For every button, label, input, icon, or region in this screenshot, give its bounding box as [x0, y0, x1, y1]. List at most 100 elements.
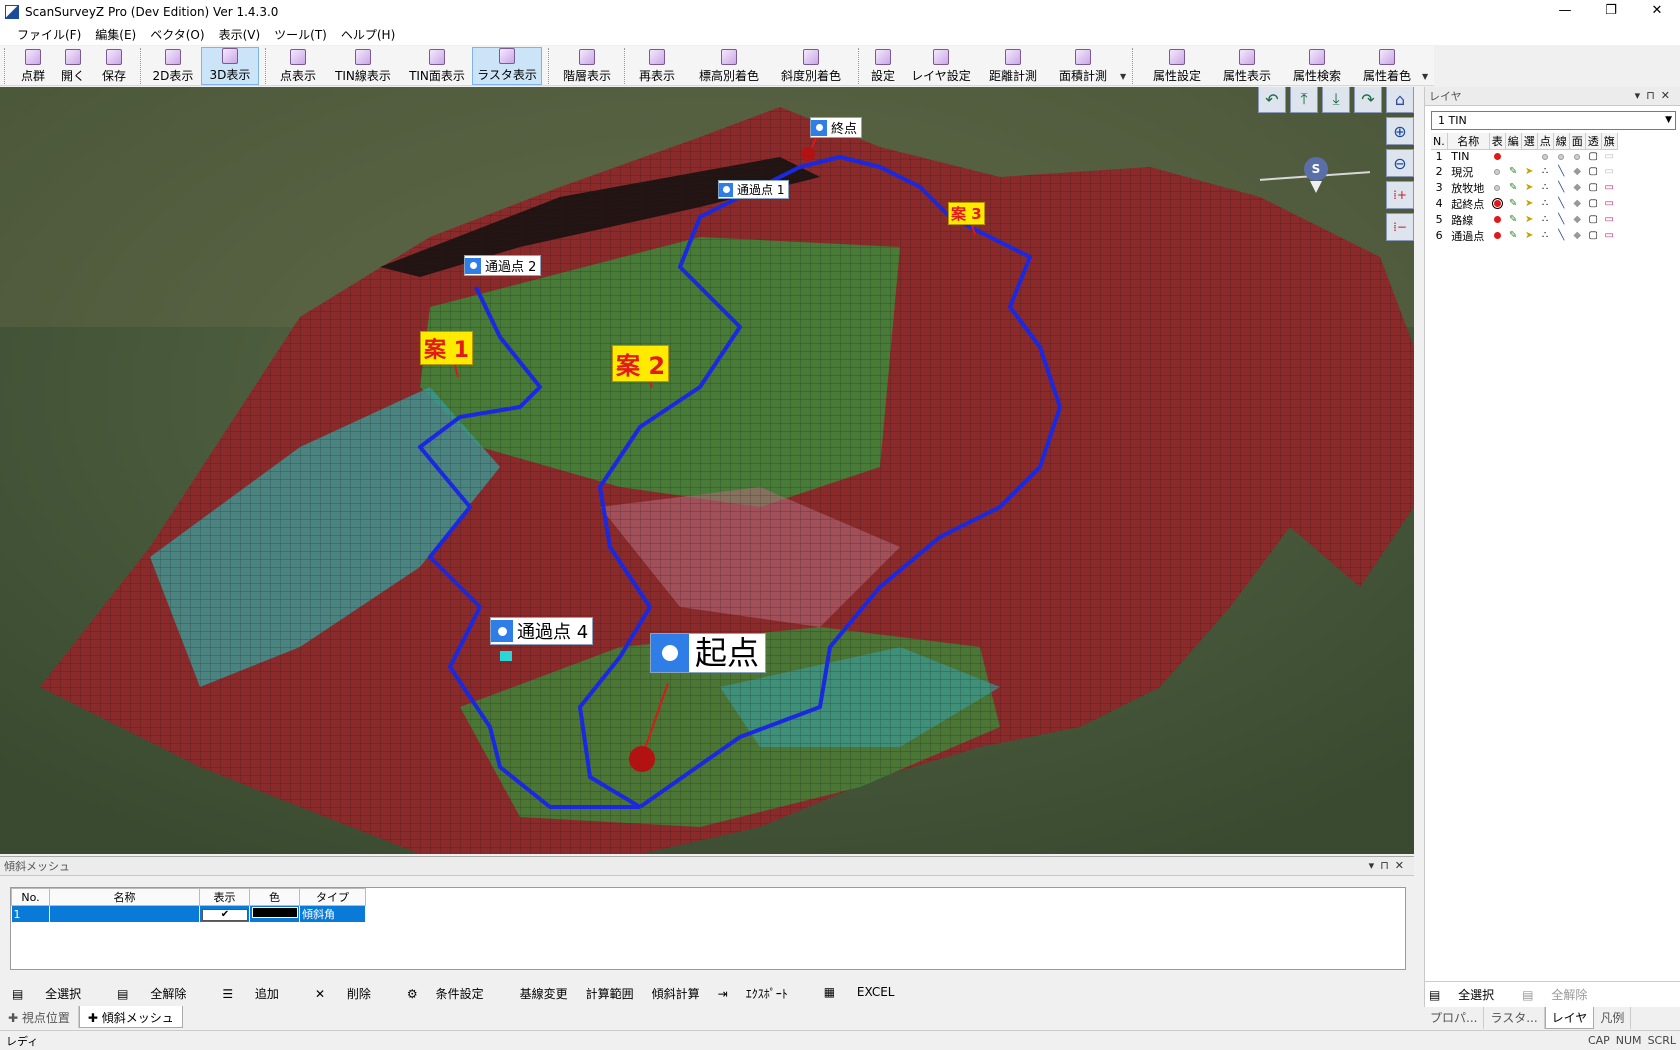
edit-icon[interactable]: ✎: [1505, 228, 1521, 244]
layer-deselect-all-button[interactable]: ▤ 全解除: [1522, 986, 1601, 1003]
face-icon[interactable]: ◆: [1569, 164, 1585, 180]
close-button[interactable]: ✕: [1634, 0, 1680, 24]
face-icon[interactable]: ◆: [1569, 228, 1585, 244]
tin-face-button[interactable]: TIN面表示: [404, 47, 470, 85]
mesh-calculate-button[interactable]: 傾斜計算: [652, 985, 700, 1002]
mesh-delete-button[interactable]: ✕ 削除: [315, 985, 389, 1002]
select-icon[interactable]: ➤: [1521, 180, 1537, 196]
layer-select-all-button[interactable]: ▤ 全選択: [1429, 986, 1508, 1003]
visible-icon[interactable]: [1494, 185, 1501, 191]
attribute-view-button[interactable]: 属性表示: [1216, 47, 1278, 85]
visible-icon[interactable]: [1494, 169, 1501, 175]
panel-window-buttons[interactable]: ▾⊓✕: [1635, 89, 1676, 102]
face-icon[interactable]: [1574, 154, 1581, 161]
plan-1-label[interactable]: 案 1: [420, 331, 473, 365]
flag-icon[interactable]: ▭: [1601, 150, 1617, 164]
point-icon[interactable]: ∴: [1537, 228, 1553, 244]
layer-row[interactable]: 4 起終点 ✎ ➤ ∴ ╲ ◆ ▢ ▭: [1431, 196, 1617, 212]
mesh-deselect-all-button[interactable]: ▤ 全解除: [117, 985, 204, 1002]
compass-widget[interactable]: S: [1260, 157, 1370, 197]
flag-icon[interactable]: ▭: [1601, 228, 1617, 244]
waypoint-2-label[interactable]: 通過点 2: [464, 255, 542, 276]
layer-row[interactable]: 1 TIN ▢ ▭: [1431, 150, 1617, 164]
open-button[interactable]: 開く: [55, 47, 91, 85]
waypoint-1-label[interactable]: 通過点 1: [718, 180, 790, 199]
transparent-icon[interactable]: ▢: [1585, 196, 1601, 212]
layer-row[interactable]: 3 放牧地 ✎ ➤ ∴ ╲ ◆ ▢ ▭: [1431, 180, 1617, 196]
redraw-button[interactable]: 再表示: [632, 47, 682, 85]
tab-slope-mesh[interactable]: ✚ 傾斜メッシュ: [78, 1006, 183, 1028]
menu-view[interactable]: 表示(V): [212, 26, 268, 43]
visible-icon[interactable]: [1493, 232, 1501, 239]
toolbar-overflow-icon[interactable]: ▼: [1120, 72, 1126, 81]
tilt-up-icon[interactable]: ⤒: [1290, 87, 1318, 113]
select-icon[interactable]: ➤: [1521, 228, 1537, 244]
transparent-icon[interactable]: ▢: [1585, 228, 1601, 244]
layer-row[interactable]: 5 路線 ✎ ➤ ∴ ╲ ◆ ▢ ▭: [1431, 212, 1617, 228]
scale-down-icon[interactable]: ⁞−: [1386, 213, 1414, 241]
mesh-range-button[interactable]: 計算範囲: [586, 985, 634, 1002]
visible-icon[interactable]: [1491, 198, 1503, 209]
flag-icon[interactable]: ▭: [1601, 212, 1617, 228]
point-cloud-button[interactable]: 点群: [14, 47, 52, 85]
3d-viewport[interactable]: 終点 通過点 1 通過点 2 通過点 4 起点 案 1 案 2 案 3 S ↶ …: [0, 87, 1414, 854]
menu-file[interactable]: ファイル(F): [10, 26, 88, 43]
tin-line-button[interactable]: TIN線表示: [330, 47, 396, 85]
layer-select[interactable]: 1 TIN ▼: [1431, 111, 1676, 130]
mesh-type[interactable]: 傾斜角: [299, 905, 366, 922]
mesh-color-swatch[interactable]: [252, 907, 298, 918]
panel-window-buttons[interactable]: ▾⊓✕: [1369, 859, 1410, 872]
view-2d-button[interactable]: 2D表示: [148, 47, 198, 85]
attribute-settings-button[interactable]: 属性設定: [1146, 47, 1208, 85]
raster-view-button[interactable]: ラスタ表示: [472, 47, 542, 85]
select-icon[interactable]: ➤: [1521, 196, 1537, 212]
menu-edit[interactable]: 編集(E): [88, 26, 143, 43]
start-point-label[interactable]: 起点: [650, 633, 767, 673]
layer-row[interactable]: 6 通過点 ✎ ➤ ∴ ╲ ◆ ▢ ▭: [1431, 228, 1617, 244]
line-icon[interactable]: ╲: [1553, 164, 1569, 180]
line-icon[interactable]: [1558, 154, 1565, 161]
end-point-label[interactable]: 終点: [810, 117, 863, 138]
point-view-button[interactable]: 点表示: [272, 47, 324, 85]
mesh-add-button[interactable]: ☰ 追加: [222, 985, 297, 1002]
point-icon[interactable]: ∴: [1537, 212, 1553, 228]
menu-vector[interactable]: ベクタ(O): [143, 26, 211, 43]
tab-properties[interactable]: プロパ...: [1424, 1007, 1485, 1029]
mesh-excel-button[interactable]: ▦ EXCEL: [824, 985, 913, 1002]
face-icon[interactable]: ◆: [1569, 212, 1585, 228]
point-icon[interactable]: [1542, 154, 1549, 161]
layer-view-button[interactable]: 階層表示: [556, 47, 618, 85]
menu-tools[interactable]: ツール(T): [267, 26, 334, 43]
view-3d-button[interactable]: 3D表示: [201, 47, 259, 85]
mesh-name[interactable]: [49, 905, 200, 922]
menu-help[interactable]: ヘルプ(H): [334, 26, 402, 43]
flag-icon[interactable]: ▭: [1601, 196, 1617, 212]
line-icon[interactable]: ╲: [1553, 228, 1569, 244]
home-view-icon[interactable]: ⌂: [1386, 87, 1414, 113]
line-icon[interactable]: ╲: [1553, 196, 1569, 212]
transparent-icon[interactable]: ▢: [1585, 180, 1601, 196]
elevation-color-button[interactable]: 標高別着色: [690, 47, 768, 85]
transparent-icon[interactable]: ▢: [1585, 212, 1601, 228]
flag-icon[interactable]: ▭: [1601, 164, 1617, 180]
attribute-color-button[interactable]: 属性着色: [1356, 47, 1418, 85]
face-icon[interactable]: ◆: [1569, 196, 1585, 212]
area-measure-button[interactable]: 面積計測: [1052, 47, 1114, 85]
zoom-in-icon[interactable]: ⊕: [1386, 117, 1414, 145]
line-icon[interactable]: ╲: [1553, 180, 1569, 196]
tilt-down-icon[interactable]: ⤓: [1322, 87, 1350, 113]
plan-3-label[interactable]: 案 3: [948, 202, 985, 225]
face-icon[interactable]: ◆: [1569, 180, 1585, 196]
mesh-select-all-button[interactable]: ▤ 全選択: [12, 985, 99, 1002]
settings-button[interactable]: 設定: [866, 47, 900, 85]
tab-raster[interactable]: ラスタ...: [1484, 1007, 1545, 1029]
rotate-right-icon[interactable]: ↷: [1354, 87, 1382, 113]
select-icon[interactable]: ➤: [1521, 212, 1537, 228]
table-row[interactable]: 1 ✔ 傾斜角: [11, 905, 366, 922]
mesh-export-button[interactable]: ⇥ ｴｸｽﾎﾟｰﾄ: [718, 985, 806, 1002]
layer-row[interactable]: 2 現況 ✎ ➤ ∴ ╲ ◆ ▢ ▭: [1431, 164, 1617, 180]
tab-layer[interactable]: レイヤ: [1544, 1007, 1595, 1029]
slope-color-button[interactable]: 斜度別着色: [772, 47, 850, 85]
point-icon[interactable]: ∴: [1537, 180, 1553, 196]
mesh-visible-checkbox[interactable]: ✔: [202, 909, 248, 921]
